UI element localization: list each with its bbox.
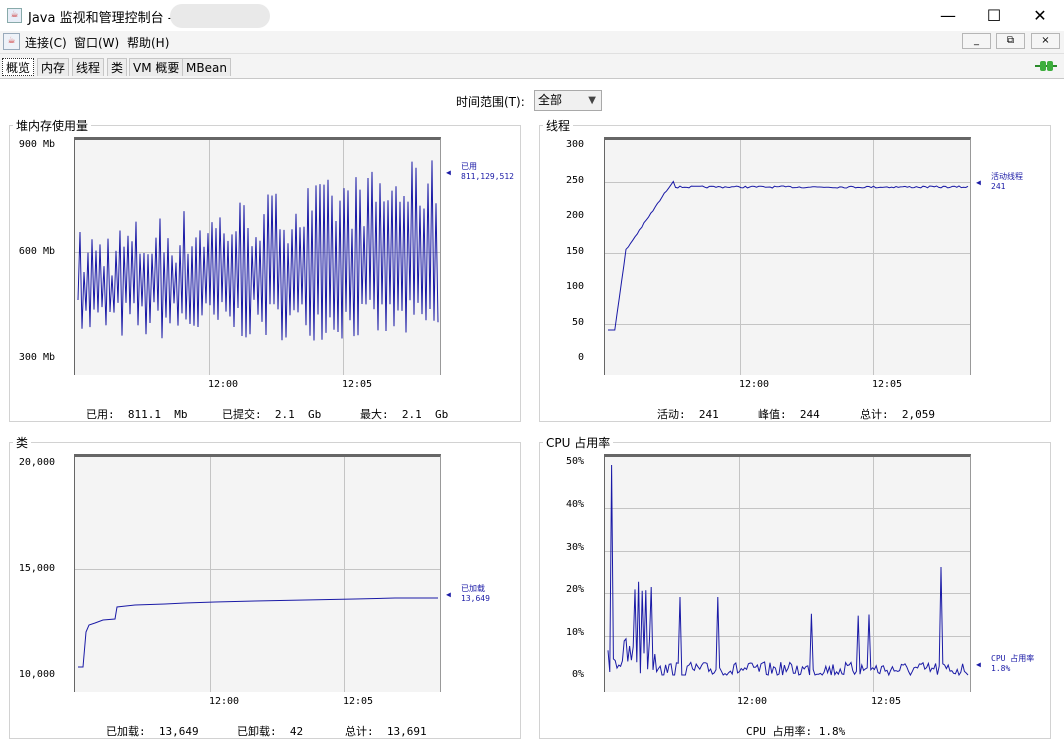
time-range-select[interactable]: 全部 ▼ (534, 90, 602, 111)
classes-ytick: 10,000 (18, 669, 55, 680)
legend-marker-icon: ◀ (976, 178, 981, 187)
cpu-ytick: 40% (565, 499, 584, 510)
heap-legend-value: 811,129,512 (461, 172, 514, 181)
threads-xtick: 12:05 (871, 379, 903, 390)
threads-stat-live: 活动: 241 (657, 408, 719, 421)
menu-connect[interactable]: 连接(C) (25, 34, 67, 51)
threads-legend: ◀ 活动线程 241 (976, 172, 1023, 192)
threads-ytick: 0 (577, 352, 584, 363)
heap-ytick: 900 Mb (18, 139, 55, 150)
threads-legend-value: 241 (991, 182, 1006, 191)
classes-xtick: 12:05 (342, 696, 374, 707)
menu-window[interactable]: 窗口(W) (74, 34, 119, 51)
cpu-stat-usage: CPU 占用率: 1.8% (746, 725, 846, 738)
cpu-xtick: 12:05 (870, 696, 902, 707)
series-line (607, 464, 969, 677)
title-redacted (170, 4, 270, 28)
classes-stat-unloaded: 已卸载: 42 (237, 725, 304, 738)
cpu-ytick: 20% (565, 584, 584, 595)
cpu-ytick: 30% (565, 542, 584, 553)
tab-mbean[interactable]: MBean (182, 58, 231, 76)
window-title: Java 监视和管理控制台 - 3 (28, 11, 185, 26)
chevron-down-icon: ▼ (588, 95, 596, 106)
threads-ytick: 200 (565, 210, 584, 221)
cpu-ytick: 0% (571, 669, 584, 680)
mdi-minimize-button[interactable]: _ (962, 33, 991, 49)
threads-ytick: 250 (565, 175, 584, 186)
cpu-legend-name: CPU 占用率 (991, 654, 1035, 663)
tab-classes[interactable]: 类 (107, 58, 128, 76)
threads-stat-total: 总计: 2,059 (860, 408, 935, 421)
tab-threads[interactable]: 线程 (72, 58, 105, 76)
threads-series (608, 180, 969, 331)
time-range-label: 时间范围(T): (456, 95, 525, 109)
classes-stat-total: 总计: 13,691 (345, 725, 427, 738)
series-line (78, 597, 438, 668)
tab-overview[interactable]: 概览 (2, 58, 35, 76)
cpu-series (607, 464, 969, 677)
title-bar: ☕ Java 监视和管理控制台 - 3 — ☐ ✕ (0, 0, 1064, 31)
tab-memory[interactable]: 内存 (37, 58, 70, 76)
threads-ytick: 300 (565, 139, 584, 150)
classes-stat-loaded: 已加载: 13,649 (106, 725, 199, 738)
classes-ytick: 15,000 (18, 563, 55, 574)
heap-stat-used: 已用: 811.1 Mb (86, 408, 188, 421)
classes-legend-name: 已加载 (461, 584, 485, 593)
menu-bar: ☕ 连接(C) 窗口(W) 帮助(H) _ ⧉ × (0, 31, 1064, 54)
menu-help[interactable]: 帮助(H) (127, 34, 169, 51)
mdi-close-button[interactable]: × (1031, 33, 1060, 49)
cpu-xtick: 12:00 (736, 696, 768, 707)
classes-legend-value: 13,649 (461, 594, 490, 603)
cpu-ytick: 50% (565, 456, 584, 467)
heap-legend: ◀ 已用 811,129,512 (446, 162, 514, 182)
threads-title: 线程 (543, 119, 574, 133)
threads-ytick: 50 (571, 317, 584, 328)
heap-stat-committed: 已提交: 2.1 Gb (222, 408, 322, 421)
heap-title: 堆内存使用量 (13, 119, 92, 133)
legend-marker-icon: ◀ (446, 168, 451, 177)
classes-ytick: 20,000 (18, 457, 55, 468)
heap-ytick: 600 Mb (18, 246, 55, 257)
classes-title: 类 (13, 436, 32, 450)
tab-bar: 概览 内存 线程 类 VM 概要 MBean (0, 54, 1064, 79)
java-icon: ☕ (7, 8, 22, 23)
connection-icon (1035, 61, 1057, 71)
heap-xtick: 12:00 (207, 379, 239, 390)
tab-vm-summary[interactable]: VM 概要 (129, 58, 184, 76)
threads-ytick: 150 (565, 246, 584, 257)
cpu-legend-value: 1.8% (991, 664, 1011, 673)
java-icon[interactable]: ☕ (3, 33, 20, 50)
classes-xtick: 12:00 (208, 696, 240, 707)
heap-xtick: 12:05 (341, 379, 373, 390)
heap-legend-name: 已用 (461, 162, 477, 171)
classes-legend: ◀ 已加载 13,649 (446, 584, 490, 604)
series-line (77, 160, 439, 341)
minimize-button[interactable]: — (925, 0, 971, 31)
maximize-button[interactable]: ☐ (971, 0, 1017, 31)
mdi-restore-button[interactable]: ⧉ (996, 33, 1025, 49)
heap-ytick: 300 Mb (18, 352, 55, 363)
close-button[interactable]: ✕ (1017, 0, 1063, 31)
threads-ytick: 100 (565, 281, 584, 292)
time-range-value: 全部 (538, 93, 563, 107)
threads-legend-name: 活动线程 (991, 172, 1023, 181)
threads-stat-peak: 峰值: 244 (758, 408, 820, 421)
heap-stat-max: 最大: 2.1 Gb (360, 408, 449, 421)
classes-series (78, 597, 438, 668)
cpu-title: CPU 占用率 (543, 436, 614, 450)
cpu-ytick: 10% (565, 627, 584, 638)
legend-marker-icon: ◀ (976, 660, 981, 669)
threads-xtick: 12:00 (738, 379, 770, 390)
heap-series (77, 160, 439, 341)
series-line (608, 180, 969, 331)
cpu-legend: ◀ CPU 占用率 1.8% (976, 654, 1035, 674)
legend-marker-icon: ◀ (446, 590, 451, 599)
